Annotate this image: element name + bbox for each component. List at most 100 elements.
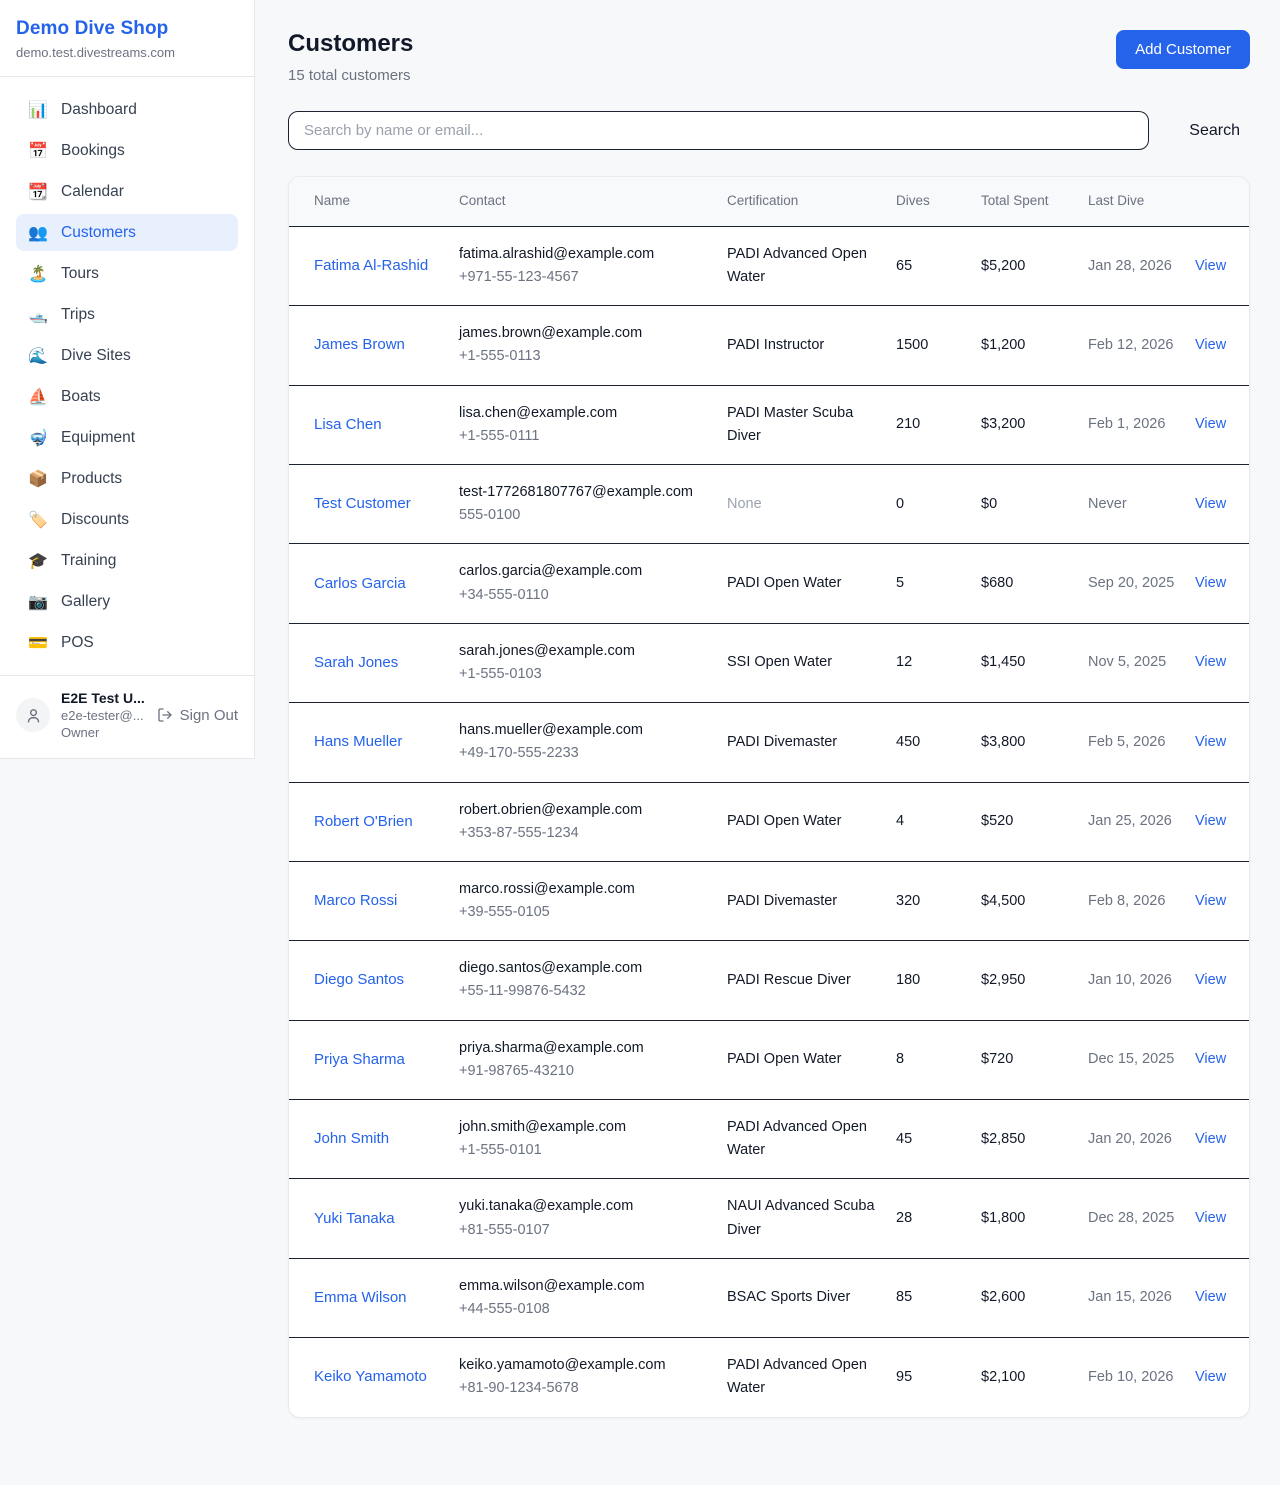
sidebar-item-products[interactable]: 📦 Products <box>16 460 238 497</box>
customer-certification: PADI Advanced Open Water <box>727 226 896 305</box>
customer-name-link[interactable]: John Smith <box>314 1130 389 1147</box>
customer-name-link[interactable]: Fatima Al-Rashid <box>314 257 428 274</box>
customer-name-link[interactable]: Robert O'Brien <box>314 813 413 830</box>
sidebar-item-gallery[interactable]: 📷 Gallery <box>16 583 238 620</box>
customer-last-dive: Never <box>1088 465 1195 544</box>
view-customer-link[interactable]: View <box>1195 1289 1226 1305</box>
customer-total-spent: $1,200 <box>981 306 1088 385</box>
sidebar-item-calendar[interactable]: 📆 Calendar <box>16 173 238 210</box>
customer-certification: PADI Open Water <box>727 1020 896 1099</box>
customer-name-link[interactable]: Emma Wilson <box>314 1289 407 1306</box>
view-customer-link[interactable]: View <box>1195 734 1226 750</box>
sidebar-item-label: Products <box>61 470 122 488</box>
view-customer-link[interactable]: View <box>1195 496 1226 512</box>
table-header: NameContactCertificationDivesTotal Spent… <box>289 177 1250 226</box>
view-customer-link[interactable]: View <box>1195 654 1226 670</box>
customer-name-link[interactable]: Hans Mueller <box>314 733 402 750</box>
sidebar-item-training[interactable]: 🎓 Training <box>16 542 238 579</box>
sidebar-item-dive-sites[interactable]: 🌊 Dive Sites <box>16 337 238 374</box>
add-customer-button[interactable]: Add Customer <box>1116 30 1250 69</box>
sidebar-item-equipment[interactable]: 🤿 Equipment <box>16 419 238 456</box>
customer-name-link[interactable]: Yuki Tanaka <box>314 1210 395 1227</box>
customers-table-card: NameContactCertificationDivesTotal Spent… <box>288 176 1250 1418</box>
sign-out-button[interactable]: Sign Out <box>157 707 238 724</box>
customer-email: keiko.yamamoto@example.com <box>459 1354 711 1377</box>
customer-name-link[interactable]: Priya Sharma <box>314 1051 405 1068</box>
customer-name-link[interactable]: Marco Rossi <box>314 892 397 909</box>
customer-name-link[interactable]: Test Customer <box>314 495 411 512</box>
customer-total-spent: $5,200 <box>981 226 1088 305</box>
sidebar-item-label: Boats <box>61 388 101 406</box>
logout-icon <box>157 707 173 723</box>
customer-name-link[interactable]: Keiko Yamamoto <box>314 1368 427 1385</box>
view-customer-link[interactable]: View <box>1195 893 1226 909</box>
customer-phone: +34-555-0110 <box>459 584 711 607</box>
customer-name-link[interactable]: Diego Santos <box>314 971 404 988</box>
customer-certification: PADI Advanced Open Water <box>727 1100 896 1179</box>
table-header-row: NameContactCertificationDivesTotal Spent… <box>289 177 1250 226</box>
customer-name-link[interactable]: James Brown <box>314 336 405 353</box>
search-button[interactable]: Search <box>1179 122 1250 140</box>
sidebar-item-label: Gallery <box>61 593 110 611</box>
customer-phone: +353-87-555-1234 <box>459 822 711 845</box>
customer-email: yuki.tanaka@example.com <box>459 1195 711 1218</box>
customer-certification: PADI Divemaster <box>727 861 896 940</box>
sidebar-item-bookings[interactable]: 📅 Bookings <box>16 132 238 169</box>
user-role: Owner <box>61 725 146 740</box>
view-customer-link[interactable]: View <box>1195 1369 1226 1385</box>
view-customer-link[interactable]: View <box>1195 1210 1226 1226</box>
sidebar-item-customers[interactable]: 👥 Customers <box>16 214 238 251</box>
view-customer-link[interactable]: View <box>1195 1051 1226 1067</box>
sidebar-item-label: Bookings <box>61 142 125 160</box>
view-customer-link[interactable]: View <box>1195 813 1226 829</box>
customer-name-link[interactable]: Sarah Jones <box>314 654 398 671</box>
table-row: Carlos Garcia carlos.garcia@example.com … <box>289 544 1250 623</box>
customer-total-spent: $1,800 <box>981 1179 1088 1258</box>
customer-certification: PADI Open Water <box>727 544 896 623</box>
sidebar-item-tours[interactable]: 🏝️ Tours <box>16 255 238 292</box>
view-customer-link[interactable]: View <box>1195 1131 1226 1147</box>
customer-certification: None <box>727 465 896 544</box>
sidebar-item-label: Dashboard <box>61 101 137 119</box>
column-header-actions <box>1195 177 1250 226</box>
customer-phone: +91-98765-43210 <box>459 1060 711 1083</box>
avatar <box>16 698 50 732</box>
sidebar-item-boats[interactable]: ⛵ Boats <box>16 378 238 415</box>
sidebar-item-label: POS <box>61 634 94 652</box>
customer-dives: 0 <box>896 465 981 544</box>
sidebar-item-dashboard[interactable]: 📊 Dashboard <box>16 91 238 128</box>
sidebar-item-trips[interactable]: 🛥️ Trips <box>16 296 238 333</box>
view-customer-link[interactable]: View <box>1195 575 1226 591</box>
customer-email: james.brown@example.com <box>459 322 711 345</box>
customer-last-dive: Jan 10, 2026 <box>1088 941 1195 1020</box>
sidebar-item-label: Calendar <box>61 183 124 201</box>
customer-email: diego.santos@example.com <box>459 957 711 980</box>
person-icon <box>25 707 42 724</box>
sidebar-item-label: Discounts <box>61 511 129 529</box>
customer-dives: 320 <box>896 861 981 940</box>
view-customer-link[interactable]: View <box>1195 258 1226 274</box>
view-customer-link[interactable]: View <box>1195 337 1226 353</box>
sidebar-item-discounts[interactable]: 🏷️ Discounts <box>16 501 238 538</box>
customers-table: NameContactCertificationDivesTotal Spent… <box>289 177 1250 1417</box>
customer-email: priya.sharma@example.com <box>459 1037 711 1060</box>
customer-last-dive: Nov 5, 2025 <box>1088 623 1195 702</box>
table-row: Marco Rossi marco.rossi@example.com +39-… <box>289 861 1250 940</box>
page-title: Customers <box>288 30 413 58</box>
customer-name-link[interactable]: Lisa Chen <box>314 416 382 433</box>
table-row: Robert O'Brien robert.obrien@example.com… <box>289 782 1250 861</box>
search-input[interactable] <box>288 111 1149 150</box>
table-row: John Smith john.smith@example.com +1-555… <box>289 1100 1250 1179</box>
view-customer-link[interactable]: View <box>1195 972 1226 988</box>
diving-mask-icon: 🤿 <box>28 428 48 447</box>
sidebar-item-pos[interactable]: 💳 POS <box>16 624 238 661</box>
view-customer-link[interactable]: View <box>1195 416 1226 432</box>
column-header-name: Name <box>289 177 459 226</box>
customer-phone: +39-555-0105 <box>459 901 711 924</box>
customer-certification: PADI Master Scuba Diver <box>727 385 896 464</box>
customer-name-link[interactable]: Carlos Garcia <box>314 575 406 592</box>
customer-email: john.smith@example.com <box>459 1116 711 1139</box>
customer-phone: +971-55-123-4567 <box>459 266 711 289</box>
customer-phone: +55-11-99876-5432 <box>459 980 711 1003</box>
search-bar: Search <box>288 111 1250 150</box>
